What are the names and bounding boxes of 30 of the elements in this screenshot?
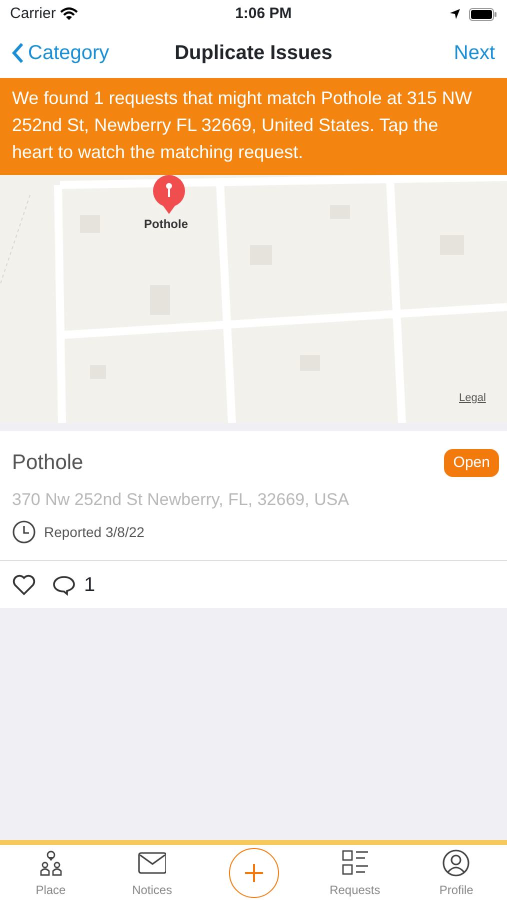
location-arrow-icon [448,8,461,20]
comment-bubble-icon [52,574,76,596]
envelope-icon [138,849,166,877]
battery-icon [468,8,497,20]
add-button[interactable] [228,848,279,898]
screen-title: Duplicate Issues [174,41,332,66]
issue-title: Pothole [12,450,84,476]
tab-item[interactable]: Requests [304,845,406,900]
status-badge: Open [444,448,499,477]
back-chevron-icon [12,42,24,64]
map-pin-icon[interactable] [150,175,188,215]
status-time: 1:06 PM [235,4,292,24]
issue-address: 370 Nw 252nd St Newberry, FL, 32669, USA [12,488,350,510]
legal-link[interactable]: Legal [459,390,486,406]
watch-button[interactable] [12,574,36,596]
plus-icon [244,863,264,883]
tab-item[interactable]: Notices [101,845,203,900]
clock-icon [12,520,36,544]
next-button[interactable]: Next [454,38,495,68]
carrier-label: Carrier [10,4,56,24]
pin-label: Pothole [144,216,188,233]
tab-item[interactable]: Place [0,845,102,900]
list-icon [340,849,369,877]
comments-button[interactable]: 1 [52,570,96,600]
duplicate-notice: We found 1 requests that might match Pothole at 315 NW 252nd St, Newberry FL 32669, United States. Tap the heart to watch the matching request. [0,78,507,175]
reported-date: Reported 3/8/22 [44,522,144,542]
profile-icon [442,849,470,877]
wifi-icon [60,7,78,21]
back-button[interactable]: Category [12,38,110,68]
tab-item[interactable]: Profile [406,845,507,900]
